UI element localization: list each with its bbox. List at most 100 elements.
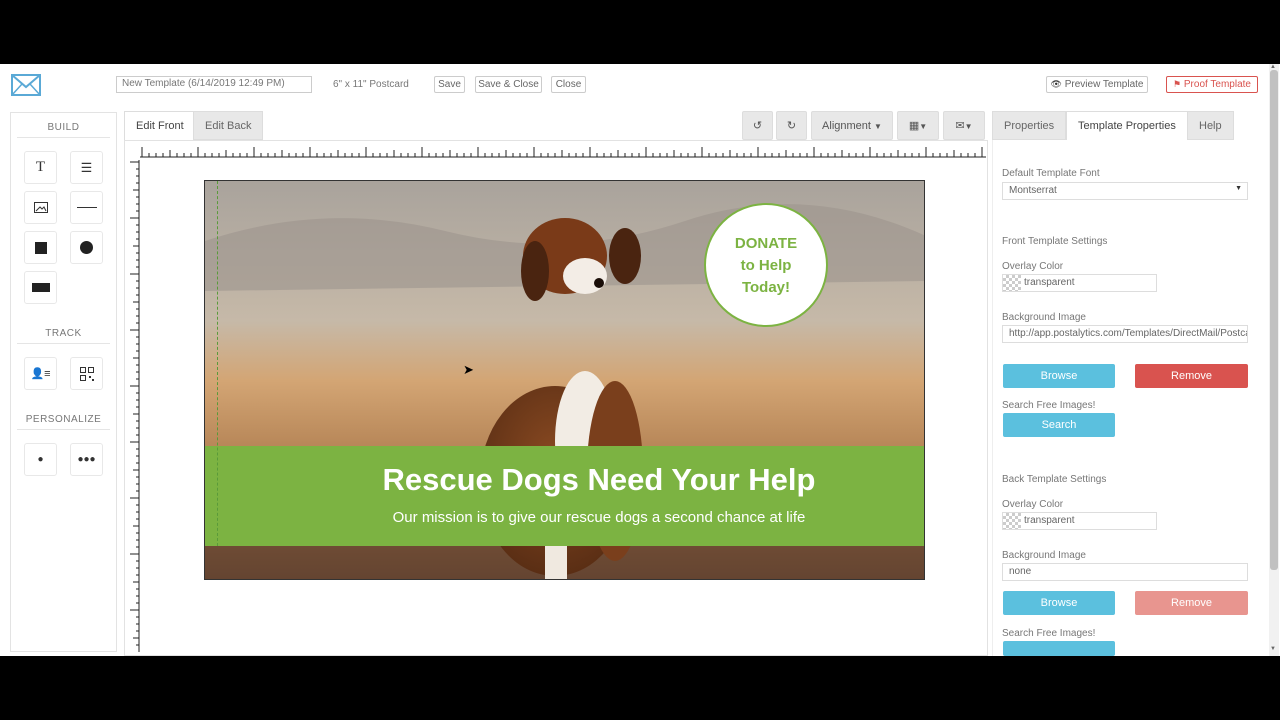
front-search-button[interactable]: Search: [1003, 413, 1115, 437]
app-window: New Template (6/14/2019 12:49 PM) 6" x 1…: [0, 64, 1280, 656]
front-overlay-value: transparent: [1024, 277, 1075, 288]
qr-code-tool-button[interactable]: [70, 357, 103, 390]
grid-icon: ▦: [908, 120, 920, 132]
scroll-down-icon[interactable]: ▼: [1270, 646, 1276, 652]
undo-button[interactable]: ↺: [742, 111, 773, 140]
preview-template-label: Preview Template: [1064, 79, 1144, 90]
divider: [17, 137, 110, 138]
back-settings-title: Back Template Settings: [1002, 474, 1107, 485]
alignment-label: Alignment: [822, 120, 871, 132]
grid-dropdown[interactable]: ▦▼: [897, 111, 939, 140]
build-section-title: BUILD: [47, 122, 80, 133]
donate-line-1: DONATE: [734, 235, 798, 252]
track-section-title: TRACK: [45, 328, 82, 339]
circle-icon: [80, 241, 93, 254]
donate-circle[interactable]: DONATE to Help Today!: [704, 203, 828, 327]
redo-icon: ↻: [786, 120, 797, 132]
proof-template-button[interactable]: ⚑ Proof Template: [1166, 76, 1258, 93]
front-overlay-input[interactable]: transparent: [1002, 274, 1157, 292]
headline-band[interactable]: Rescue Dogs Need Your Help Our mission i…: [205, 446, 924, 546]
back-overlay-input[interactable]: transparent: [1002, 512, 1157, 530]
mail-dropdown[interactable]: ✉▼: [943, 111, 985, 140]
flag-icon: ⚑: [1173, 79, 1182, 89]
image-tool-button[interactable]: [24, 191, 57, 224]
back-search-free-label: Search Free Images!: [1002, 628, 1096, 639]
tab-template-properties[interactable]: Template Properties: [1066, 111, 1188, 140]
rectangle-tool-button[interactable]: [24, 271, 57, 304]
safe-zone-guide: [217, 181, 218, 546]
back-search-button[interactable]: [1003, 641, 1115, 656]
postcard-front[interactable]: DONATE to Help Today! Rescue Dogs Need Y…: [204, 180, 925, 580]
subline-text[interactable]: Our mission is to give our rescue dogs a…: [205, 509, 924, 526]
page-scrollbar[interactable]: ▲ ▼: [1269, 64, 1279, 656]
undo-icon: ↺: [752, 120, 763, 132]
front-overlay-label: Overlay Color: [1002, 261, 1064, 272]
back-overlay-label: Overlay Color: [1002, 499, 1064, 510]
tab-properties[interactable]: Properties: [992, 111, 1067, 140]
mouse-cursor-icon: ➤: [463, 362, 474, 377]
front-bg-label: Background Image: [1002, 312, 1086, 323]
caret-down-icon: ▼: [874, 122, 882, 131]
list-tool-button[interactable]: ☰: [70, 151, 103, 184]
personalize-section-title: PERSONALIZE: [25, 414, 102, 425]
divider: [17, 343, 110, 344]
front-browse-button[interactable]: Browse: [1003, 364, 1115, 388]
front-remove-button[interactable]: Remove: [1135, 364, 1248, 388]
circle-tool-button[interactable]: [70, 231, 103, 264]
headline-text[interactable]: Rescue Dogs Need Your Help: [205, 462, 924, 498]
vertical-ruler: [130, 160, 140, 652]
user-icon: ●: [37, 454, 44, 465]
envelope-logo-icon: [11, 74, 41, 96]
address-card-icon: 👤≡: [30, 368, 51, 380]
multi-user-tool-button[interactable]: ●●●: [70, 443, 103, 476]
tab-help[interactable]: Help: [1187, 111, 1234, 140]
postcard-size-label: 6" x 11" Postcard: [333, 79, 409, 90]
back-overlay-value: transparent: [1024, 515, 1075, 526]
redo-button[interactable]: ↻: [776, 111, 807, 140]
text-icon: T: [35, 159, 46, 175]
default-font-select[interactable]: Montserrat ▼: [1002, 182, 1248, 200]
transparent-swatch[interactable]: [1003, 275, 1021, 291]
contact-card-tool-button[interactable]: 👤≡: [24, 357, 57, 390]
transparent-swatch[interactable]: [1003, 513, 1021, 529]
envelope-icon: ✉: [955, 120, 965, 132]
qr-code-icon: [79, 366, 94, 381]
donate-line-2: to Help: [740, 257, 792, 274]
donate-line-3: Today!: [741, 279, 791, 296]
back-bg-label: Background Image: [1002, 550, 1086, 561]
preview-template-button[interactable]: 👁 Preview Template: [1046, 76, 1148, 93]
save-close-button[interactable]: Save & Close: [475, 76, 542, 93]
rectangle-icon: [31, 283, 50, 292]
template-name-input[interactable]: New Template (6/14/2019 12:49 PM): [116, 76, 312, 93]
back-bg-input[interactable]: none: [1002, 563, 1248, 581]
tab-edit-back[interactable]: Edit Back: [193, 111, 264, 140]
caret-down-icon: ▼: [964, 122, 973, 131]
scrollbar-thumb[interactable]: [1270, 70, 1278, 570]
tab-edit-front[interactable]: Edit Front: [124, 111, 196, 140]
line-tool-button[interactable]: [70, 191, 103, 224]
eye-icon: 👁: [1050, 79, 1062, 89]
front-search-free-label: Search Free Images!: [1002, 400, 1096, 411]
square-tool-button[interactable]: [24, 231, 57, 264]
text-tool-button[interactable]: T: [24, 151, 57, 184]
square-icon: [34, 241, 47, 254]
scroll-up-icon[interactable]: ▲: [1270, 64, 1276, 70]
close-button[interactable]: Close: [551, 76, 586, 93]
caret-down-icon: ▼: [919, 122, 928, 131]
single-user-tool-button[interactable]: ●: [24, 443, 57, 476]
left-tool-panel: BUILD T ☰ TRACK 👤≡ PERSONALIZE ● ●●●: [10, 112, 117, 652]
proof-template-label: Proof Template: [1183, 79, 1251, 90]
back-remove-button[interactable]: Remove: [1135, 591, 1248, 615]
default-font-label: Default Template Font: [1002, 168, 1100, 179]
users-icon: ●●●: [77, 454, 96, 465]
horizontal-ruler: [140, 147, 986, 158]
alignment-dropdown[interactable]: Alignment ▼: [811, 111, 893, 140]
back-browse-button[interactable]: Browse: [1003, 591, 1115, 615]
caret-down-icon: ▼: [1235, 185, 1242, 192]
front-bg-input[interactable]: http://app.postalytics.com/Templates/Dir…: [1002, 325, 1248, 343]
line-icon: [76, 207, 97, 208]
save-button[interactable]: Save: [434, 76, 465, 93]
default-font-value: Montserrat: [1009, 185, 1057, 196]
front-settings-title: Front Template Settings: [1002, 236, 1108, 247]
divider: [17, 429, 110, 430]
